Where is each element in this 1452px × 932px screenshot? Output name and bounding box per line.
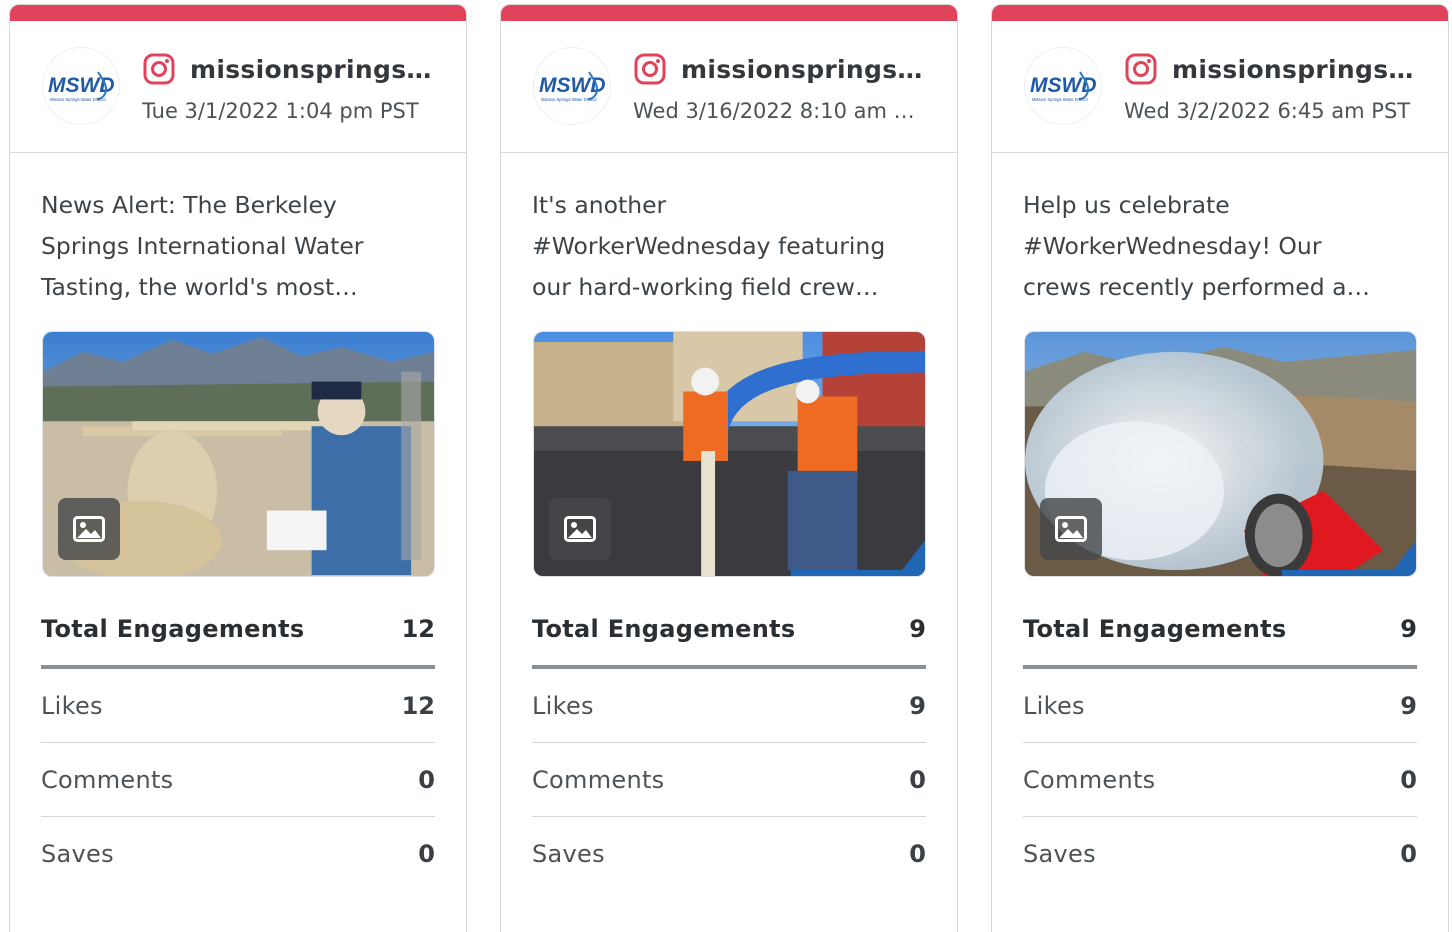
post-text-line: News Alert: The Berkeley <box>41 191 337 219</box>
total-engagements-value: 12 <box>401 614 435 643</box>
image-icon <box>1055 516 1087 542</box>
image-icon-badge <box>58 498 120 560</box>
svg-text:Mission Springs Water District: Mission Springs Water District <box>50 97 107 102</box>
post-text-line: #WorkerWednesday featuring <box>532 232 886 260</box>
image-icon-badge <box>1040 498 1102 560</box>
card-accent-bar <box>10 5 466 21</box>
likes-value: 9 <box>1400 691 1417 720</box>
post-text-line: It's another <box>532 191 667 219</box>
comments-row: Comments 0 <box>532 743 926 817</box>
mswd-logo: MSWD Mission Springs Water District <box>1030 71 1097 102</box>
comments-row: Comments 0 <box>41 743 435 817</box>
saves-value: 0 <box>418 840 435 868</box>
comments-value: 0 <box>418 765 435 794</box>
post-text-line: crews recently performed a… <box>1023 273 1371 301</box>
post-media-thumbnail[interactable] <box>42 331 435 577</box>
total-engagements-row: Total Engagements 9 <box>1023 592 1417 669</box>
saves-row: Saves 0 <box>1023 817 1417 891</box>
likes-row: Likes 12 <box>41 669 435 743</box>
image-icon <box>564 516 596 542</box>
svg-text:Mission Springs Water District: Mission Springs Water District <box>541 97 598 102</box>
total-engagements-row: Total Engagements 9 <box>532 592 926 669</box>
saves-row: Saves 0 <box>532 817 926 891</box>
post-card[interactable]: MSWD Mission Springs Water District miss… <box>9 4 467 932</box>
comments-label: Comments <box>41 765 174 794</box>
likes-value: 9 <box>909 691 926 720</box>
post-text-line: Help us celebrate <box>1023 191 1230 219</box>
total-engagements-value: 9 <box>909 614 926 643</box>
total-engagements-label: Total Engagements <box>532 614 796 643</box>
post-cards-grid: MSWD Mission Springs Water District miss… <box>0 0 1452 932</box>
post-media-thumbnail[interactable] <box>533 331 926 577</box>
likes-label: Likes <box>1023 691 1085 720</box>
post-date: Wed 3/16/2022 8:10 am PDT <box>633 99 921 123</box>
card-accent-bar <box>992 5 1448 21</box>
saves-label: Saves <box>532 840 605 868</box>
avatar[interactable]: MSWD Mission Springs Water District <box>1024 47 1102 125</box>
post-media-thumbnail[interactable] <box>1024 331 1417 577</box>
post-date: Wed 3/2/2022 6:45 am PST <box>1124 99 1411 123</box>
post-date: Tue 3/1/2022 1:04 pm PST <box>142 99 419 123</box>
likes-row: Likes 9 <box>1023 669 1417 743</box>
mswd-logo: MSWD Mission Springs Water District <box>48 71 115 102</box>
saves-row: Saves 0 <box>41 817 435 891</box>
saves-label: Saves <box>1023 840 1096 868</box>
total-engagements-label: Total Engagements <box>41 614 305 643</box>
likes-label: Likes <box>532 691 594 720</box>
comments-row: Comments 0 <box>1023 743 1417 817</box>
instagram-icon <box>143 53 175 85</box>
svg-text:Mission Springs Water District: Mission Springs Water District <box>1032 97 1089 102</box>
instagram-icon <box>1125 53 1157 85</box>
post-header: MSWD Mission Springs Water District miss… <box>501 21 957 153</box>
post-text[interactable]: Help us celebrate #WorkerWednesday! Our … <box>1023 185 1393 311</box>
account-name[interactable]: missionspringswater <box>681 55 927 84</box>
post-header: MSWD Mission Springs Water District miss… <box>10 21 466 153</box>
engagement-stats: Total Engagements 12 Likes 12 Comments 0… <box>41 592 435 891</box>
total-engagements-label: Total Engagements <box>1023 614 1287 643</box>
account-name[interactable]: missionspringswater <box>1172 55 1418 84</box>
avatar[interactable]: MSWD Mission Springs Water District <box>533 47 611 125</box>
saves-value: 0 <box>909 840 926 868</box>
likes-label: Likes <box>41 691 103 720</box>
avatar[interactable]: MSWD Mission Springs Water District <box>42 47 120 125</box>
account-name[interactable]: missionspringswater <box>190 55 436 84</box>
comments-value: 0 <box>1400 765 1417 794</box>
total-engagements-row: Total Engagements 12 <box>41 592 435 669</box>
engagement-stats: Total Engagements 9 Likes 9 Comments 0 S… <box>532 592 926 891</box>
engagement-stats: Total Engagements 9 Likes 9 Comments 0 S… <box>1023 592 1417 891</box>
comments-label: Comments <box>1023 765 1156 794</box>
post-text-line: Springs International Water <box>41 232 364 260</box>
post-text-line: our hard-working field crew… <box>532 273 879 301</box>
comments-label: Comments <box>532 765 665 794</box>
post-card[interactable]: MSWD Mission Springs Water District miss… <box>991 4 1449 932</box>
likes-row: Likes 9 <box>532 669 926 743</box>
mswd-logo: MSWD Mission Springs Water District <box>539 71 606 102</box>
total-engagements-value: 9 <box>1400 614 1417 643</box>
card-accent-bar <box>501 5 957 21</box>
post-text-line: Tasting, the world's most… <box>41 273 358 301</box>
post-text[interactable]: News Alert: The Berkeley Springs Interna… <box>41 185 411 311</box>
comments-value: 0 <box>909 765 926 794</box>
post-text[interactable]: It's another #WorkerWednesday featuring … <box>532 185 902 311</box>
post-card[interactable]: MSWD Mission Springs Water District miss… <box>500 4 958 932</box>
image-icon <box>73 516 105 542</box>
saves-label: Saves <box>41 840 114 868</box>
instagram-icon <box>634 53 666 85</box>
saves-value: 0 <box>1400 840 1417 868</box>
post-text-line: #WorkerWednesday! Our <box>1023 232 1322 260</box>
likes-value: 12 <box>401 691 435 720</box>
post-header: MSWD Mission Springs Water District miss… <box>992 21 1448 153</box>
image-icon-badge <box>549 498 611 560</box>
